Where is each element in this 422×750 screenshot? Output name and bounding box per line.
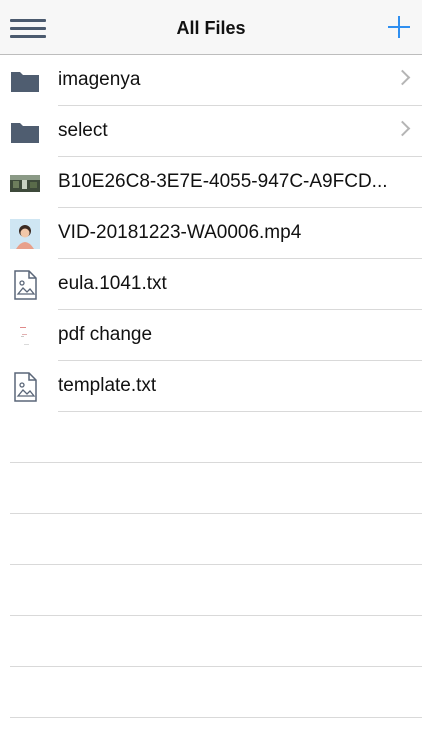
file-icon [10,270,40,300]
list-item-image[interactable]: B10E26C8-3E7E-4055-947C-A9FCD... [0,157,422,208]
folder-icon [10,117,40,147]
empty-row [0,514,422,565]
video-thumbnail-icon [10,219,40,249]
document-thumbnail-icon [10,321,40,351]
empty-row [0,412,422,463]
list-item-video[interactable]: VID-20181223-WA0006.mp4 [0,208,422,259]
file-list: imagenya select B10E26C8-3E7E-4055-947C-… [0,55,422,718]
navigation-bar: All Files [0,0,422,55]
add-file-button[interactable] [386,14,412,40]
empty-row [0,667,422,718]
list-item-imagenya[interactable]: imagenya [0,55,422,106]
folder-icon [10,66,40,96]
file-name: pdf change [58,324,153,345]
list-item-pdf[interactable]: pdf change [0,310,422,361]
list-item-select[interactable]: select [0,106,422,157]
file-name: imagenya [58,69,141,90]
image-thumbnail-icon [10,168,40,198]
empty-row [0,565,422,616]
file-name: VID-20181223-WA0006.mp4 [58,222,302,243]
page-title: All Files [176,18,246,38]
list-item-eula[interactable]: eula.1041.txt [0,259,422,310]
empty-row [0,616,422,667]
file-icon [10,372,40,402]
file-name: select [58,120,108,141]
file-name: template.txt [58,375,157,396]
list-item-template[interactable]: template.txt [0,361,422,412]
file-name: B10E26C8-3E7E-4055-947C-A9FCD... [58,171,388,192]
file-manager-screen: All Files imagenya select B10E26C8-3E7E-… [0,0,422,750]
empty-row [0,463,422,514]
file-name: eula.1041.txt [58,273,167,294]
